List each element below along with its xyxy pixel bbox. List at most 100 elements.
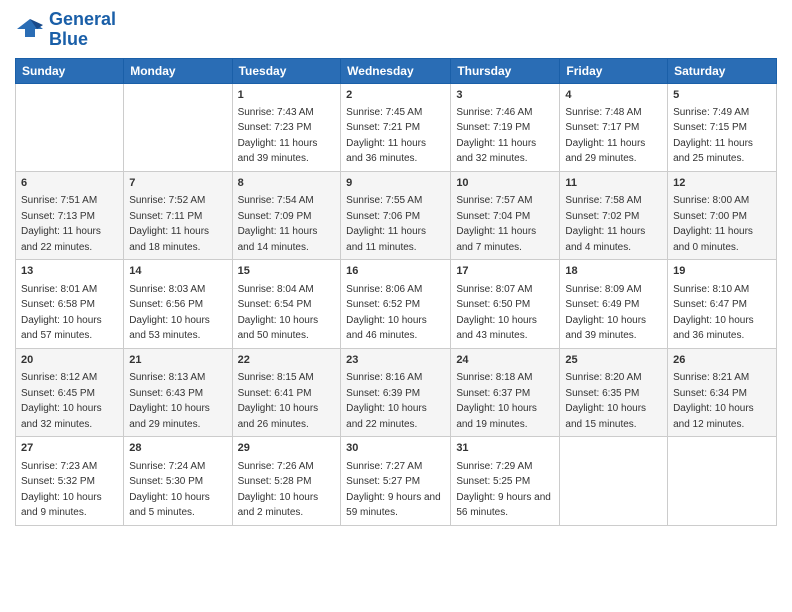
day-info: Sunrise: 7:46 AM Sunset: 7:19 PM Dayligh… [456,107,536,165]
day-info: Sunrise: 7:23 AM Sunset: 5:32 PM Dayligh… [21,461,102,519]
day-number: 9 [346,176,445,191]
day-number: 11 [565,176,662,191]
calendar-cell: 10 Sunrise: 7:57 AM Sunset: 7:04 PM Dayli… [451,171,560,259]
calendar-cell: 31 Sunrise: 7:29 AM Sunset: 5:25 PM Dayli… [451,437,560,525]
day-info: Sunrise: 8:03 AM Sunset: 6:56 PM Dayligh… [129,284,210,342]
day-info: Sunrise: 8:10 AM Sunset: 6:47 PM Dayligh… [673,284,754,342]
calendar-cell: 14Sunrise: 8:03 AM Sunset: 6:56 PM Dayli… [124,260,232,348]
day-info: Sunrise: 7:26 AM Sunset: 5:28 PM Dayligh… [238,461,319,519]
day-number: 29 [238,441,336,456]
calendar-cell: 21Sunrise: 8:13 AM Sunset: 6:43 PM Dayli… [124,348,232,436]
day-number: 6 [21,176,118,191]
weekday-header-wednesday: Wednesday [341,58,451,83]
calendar-cell: 1 Sunrise: 7:43 AM Sunset: 7:23 PM Daylig… [232,83,341,171]
day-number: 31 [456,441,554,456]
day-info: Sunrise: 7:58 AM Sunset: 7:02 PM Dayligh… [565,195,645,253]
page: General Blue SundayMondayTuesdayWednesda… [0,0,792,612]
day-number: 4 [565,88,662,103]
calendar-cell: 24 Sunrise: 8:18 AM Sunset: 6:37 PM Dayli… [451,348,560,436]
calendar-cell [16,83,124,171]
day-number: 5 [673,88,771,103]
logo: General Blue [15,10,116,50]
weekday-header-tuesday: Tuesday [232,58,341,83]
day-info: Sunrise: 7:24 AM Sunset: 5:30 PM Dayligh… [129,461,210,519]
day-info: Sunrise: 7:27 AM Sunset: 5:27 PM Dayligh… [346,461,441,519]
day-number: 7 [129,176,226,191]
calendar-cell: 22Sunrise: 8:15 AM Sunset: 6:41 PM Dayli… [232,348,341,436]
weekday-header-thursday: Thursday [451,58,560,83]
day-number: 22 [238,353,336,368]
day-number: 30 [346,441,445,456]
day-number: 13 [21,264,118,279]
calendar-cell: 8 Sunrise: 7:54 AM Sunset: 7:09 PM Daylig… [232,171,341,259]
day-number: 24 [456,353,554,368]
day-info: Sunrise: 8:09 AM Sunset: 6:49 PM Dayligh… [565,284,646,342]
day-number: 25 [565,353,662,368]
calendar-cell [668,437,777,525]
day-info: Sunrise: 7:45 AM Sunset: 7:21 PM Dayligh… [346,107,426,165]
day-info: Sunrise: 7:52 AM Sunset: 7:11 PM Dayligh… [129,195,209,253]
day-info: Sunrise: 8:16 AM Sunset: 6:39 PM Dayligh… [346,372,427,430]
calendar-cell [560,437,668,525]
calendar-cell: 23 Sunrise: 8:16 AM Sunset: 6:39 PM Dayli… [341,348,451,436]
day-info: Sunrise: 8:01 AM Sunset: 6:58 PM Dayligh… [21,284,102,342]
day-number: 8 [238,176,336,191]
day-number: 27 [21,441,118,456]
weekday-header-saturday: Saturday [668,58,777,83]
week-row-2: 13 Sunrise: 8:01 AM Sunset: 6:58 PM Dayli… [16,260,777,348]
day-number: 23 [346,353,445,368]
day-info: Sunrise: 7:43 AM Sunset: 7:23 PM Dayligh… [238,107,318,165]
calendar-cell: 7 Sunrise: 7:52 AM Sunset: 7:11 PM Daylig… [124,171,232,259]
day-number: 19 [673,264,771,279]
day-info: Sunrise: 7:48 AM Sunset: 7:17 PM Dayligh… [565,107,645,165]
day-number: 20 [21,353,118,368]
calendar: SundayMondayTuesdayWednesdayThursdayFrid… [15,58,777,526]
day-number: 26 [673,353,771,368]
calendar-body: 1 Sunrise: 7:43 AM Sunset: 7:23 PM Daylig… [16,83,777,525]
weekday-row: SundayMondayTuesdayWednesdayThursdayFrid… [16,58,777,83]
day-info: Sunrise: 8:20 AM Sunset: 6:35 PM Dayligh… [565,372,646,430]
calendar-cell: 11 Sunrise: 7:58 AM Sunset: 7:02 PM Dayli… [560,171,668,259]
calendar-cell: 12Sunrise: 8:00 AM Sunset: 7:00 PM Dayli… [668,171,777,259]
day-number: 3 [456,88,554,103]
day-info: Sunrise: 8:18 AM Sunset: 6:37 PM Dayligh… [456,372,537,430]
calendar-cell: 6Sunrise: 7:51 AM Sunset: 7:13 PM Daylig… [16,171,124,259]
day-number: 10 [456,176,554,191]
day-number: 12 [673,176,771,191]
calendar-cell: 2 Sunrise: 7:45 AM Sunset: 7:21 PM Daylig… [341,83,451,171]
calendar-cell: 16Sunrise: 8:06 AM Sunset: 6:52 PM Dayli… [341,260,451,348]
header: General Blue [15,10,777,50]
day-info: Sunrise: 7:54 AM Sunset: 7:09 PM Dayligh… [238,195,318,253]
calendar-cell: 17 Sunrise: 8:07 AM Sunset: 6:50 PM Dayli… [451,260,560,348]
day-info: Sunrise: 7:55 AM Sunset: 7:06 PM Dayligh… [346,195,426,253]
day-number: 18 [565,264,662,279]
day-number: 1 [238,88,336,103]
week-row-3: 20Sunrise: 8:12 AM Sunset: 6:45 PM Dayli… [16,348,777,436]
calendar-cell: 3 Sunrise: 7:46 AM Sunset: 7:19 PM Daylig… [451,83,560,171]
day-number: 2 [346,88,445,103]
week-row-1: 6Sunrise: 7:51 AM Sunset: 7:13 PM Daylig… [16,171,777,259]
day-number: 17 [456,264,554,279]
calendar-cell: 9 Sunrise: 7:55 AM Sunset: 7:06 PM Daylig… [341,171,451,259]
day-info: Sunrise: 8:21 AM Sunset: 6:34 PM Dayligh… [673,372,754,430]
day-info: Sunrise: 7:57 AM Sunset: 7:04 PM Dayligh… [456,195,536,253]
day-number: 16 [346,264,445,279]
day-info: Sunrise: 7:29 AM Sunset: 5:25 PM Dayligh… [456,461,551,519]
day-info: Sunrise: 7:49 AM Sunset: 7:15 PM Dayligh… [673,107,753,165]
calendar-cell: 19 Sunrise: 8:10 AM Sunset: 6:47 PM Dayli… [668,260,777,348]
week-row-0: 1 Sunrise: 7:43 AM Sunset: 7:23 PM Daylig… [16,83,777,171]
day-number: 21 [129,353,226,368]
calendar-cell: 26 Sunrise: 8:21 AM Sunset: 6:34 PM Dayli… [668,348,777,436]
weekday-header-friday: Friday [560,58,668,83]
weekday-header-sunday: Sunday [16,58,124,83]
day-number: 28 [129,441,226,456]
day-number: 15 [238,264,336,279]
calendar-cell: 15Sunrise: 8:04 AM Sunset: 6:54 PM Dayli… [232,260,341,348]
calendar-cell: 30 Sunrise: 7:27 AM Sunset: 5:27 PM Dayli… [341,437,451,525]
calendar-header: SundayMondayTuesdayWednesdayThursdayFrid… [16,58,777,83]
day-info: Sunrise: 8:07 AM Sunset: 6:50 PM Dayligh… [456,284,537,342]
logo-text: General Blue [49,10,116,50]
weekday-header-monday: Monday [124,58,232,83]
calendar-cell: 13 Sunrise: 8:01 AM Sunset: 6:58 PM Dayli… [16,260,124,348]
logo-icon [15,15,45,45]
